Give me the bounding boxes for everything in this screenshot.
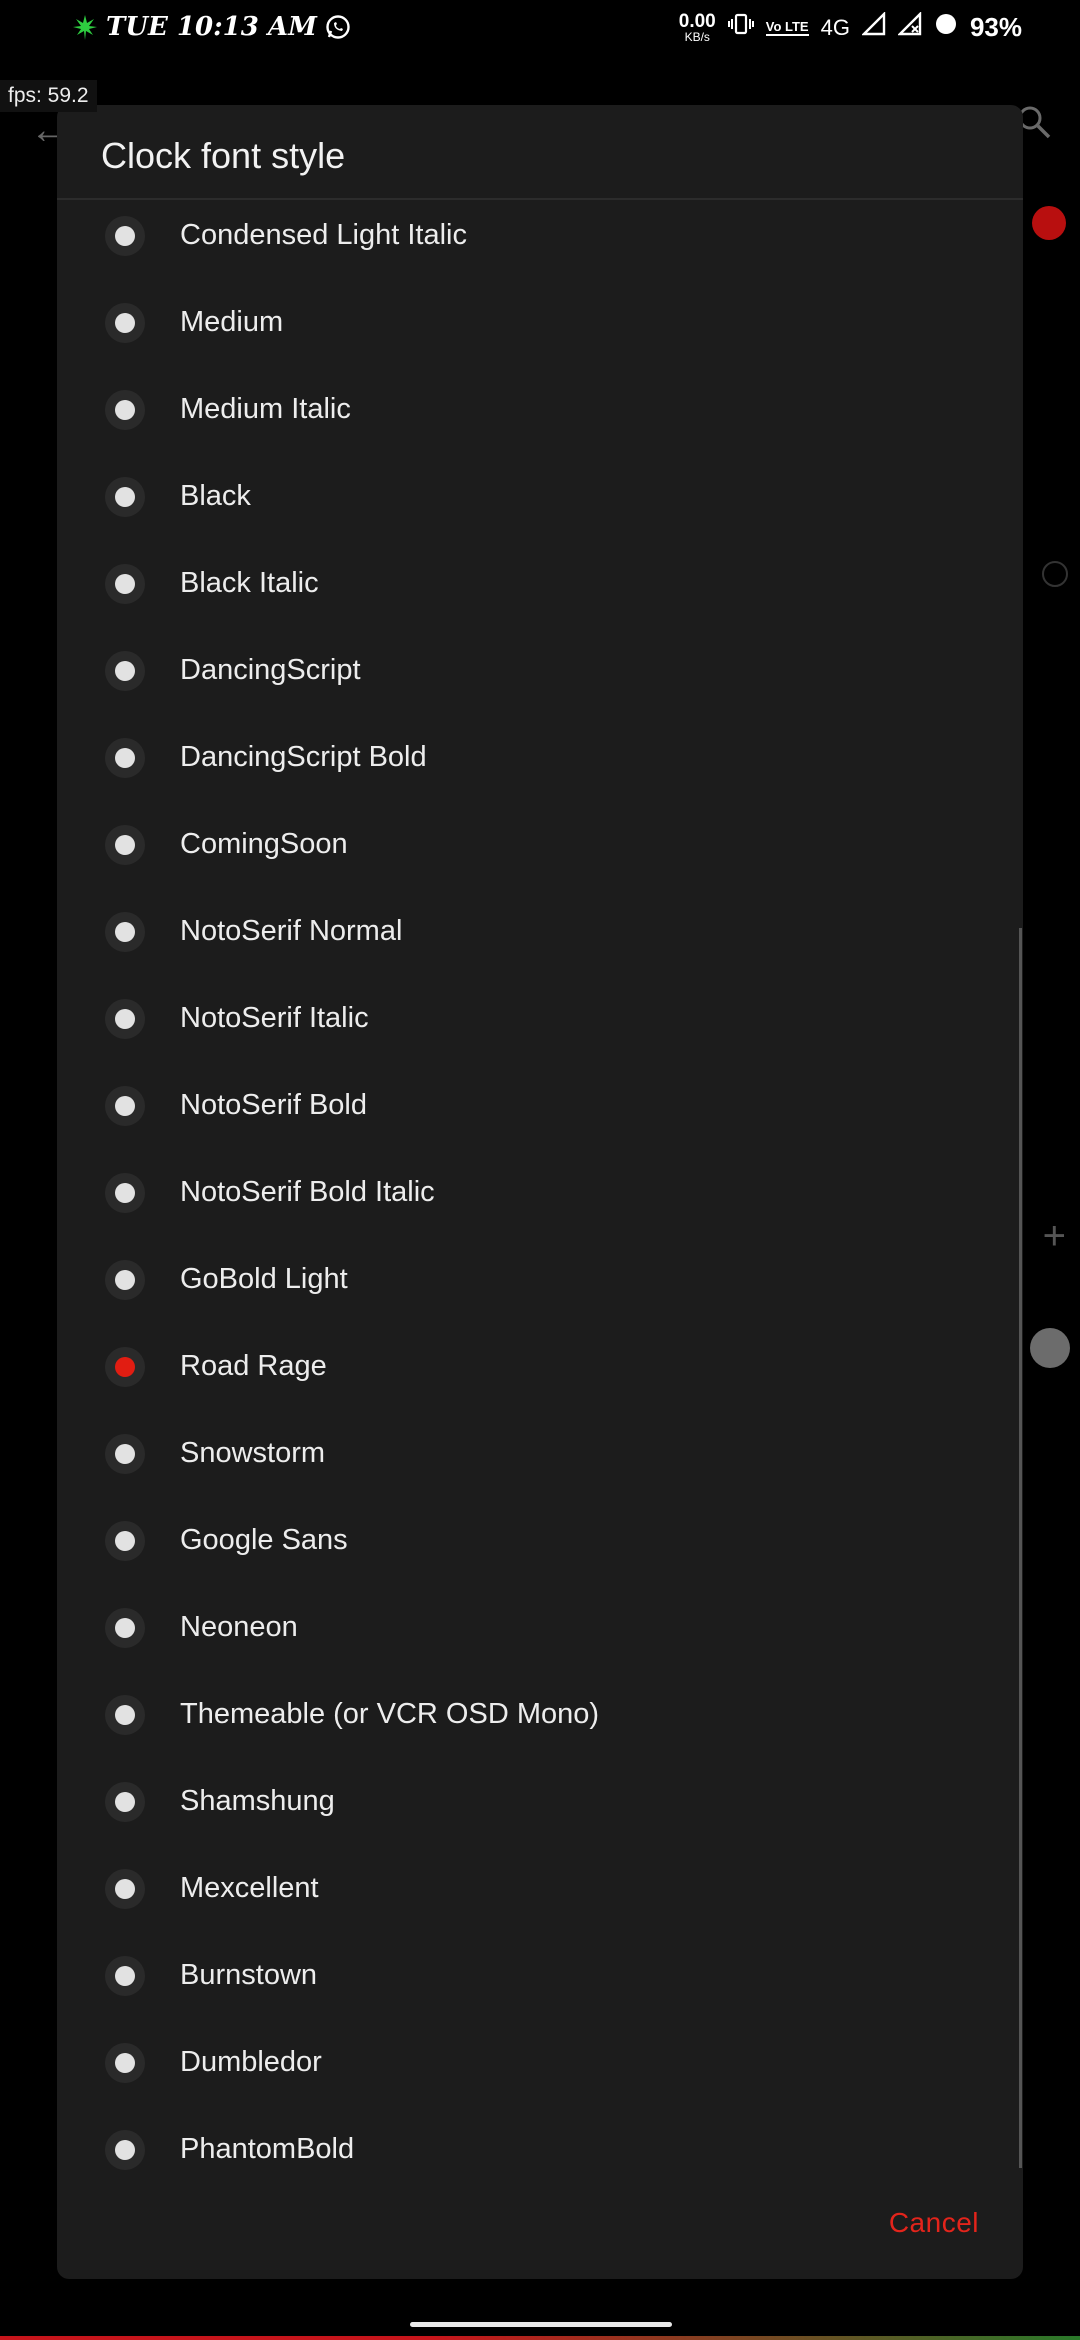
font-option-label: ComingSoon (180, 828, 348, 860)
battery-percent: 93% (969, 12, 1022, 42)
vibrate-icon (727, 12, 754, 43)
radio-button[interactable] (105, 737, 145, 778)
whatsapp-icon (325, 14, 351, 40)
font-option-item[interactable]: NotoSerif Italic (57, 975, 1023, 1062)
font-option-item[interactable]: NotoSerif Bold (57, 1062, 1023, 1149)
font-option-item[interactable]: NotoSerif Bold Italic (57, 1149, 1023, 1236)
battery-icon (934, 12, 958, 43)
background-accent-dot (1032, 206, 1066, 240)
radio-button[interactable] (105, 650, 145, 691)
font-option-item[interactable]: Neoneon (57, 1584, 1023, 1671)
net-speed-value: 0.00 (678, 11, 716, 32)
radio-button[interactable] (105, 302, 145, 343)
cancel-button[interactable]: Cancel (889, 2207, 979, 2239)
font-option-item[interactable]: Black (57, 453, 1023, 540)
font-option-label: NotoSerif Normal (180, 915, 403, 947)
font-option-label: GoBold Light (180, 1263, 348, 1295)
font-option-list[interactable]: Condensed Light Italic Medium Medium Itali… (57, 201, 1023, 2201)
signal-icon (861, 11, 886, 43)
radio-button[interactable] (105, 911, 145, 952)
font-option-label: Condensed Light Italic (180, 219, 467, 251)
font-option-label: Dumbledor (180, 2046, 322, 2078)
font-style-dialog: Clock font style Condensed Light Italic M… (57, 105, 1023, 2279)
font-option-item[interactable]: Black Italic (57, 540, 1023, 627)
font-option-item[interactable]: Condensed Light Italic (57, 201, 1023, 279)
radio-button[interactable] (105, 1694, 145, 1735)
radio-button[interactable] (105, 998, 145, 1039)
gesture-nav-handle[interactable] (410, 2322, 672, 2327)
font-option-label: NotoSerif Italic (180, 1002, 369, 1034)
font-option-item[interactable]: Burnstown (57, 1932, 1023, 2019)
net-speed-unit: KB/s (684, 30, 710, 44)
status-bar-left: TUE 10:13 AM (72, 12, 351, 42)
plus-icon: + (1042, 1214, 1066, 1258)
network-type: 4G (820, 14, 850, 40)
font-option-label: DancingScript Bold (180, 741, 427, 773)
volte-icon: Vo LTE (765, 18, 809, 36)
font-option-label: NotoSerif Bold Italic (180, 1176, 435, 1208)
fps-counter: fps: 59.2 (0, 80, 97, 112)
background-toggle-ring (1042, 561, 1068, 587)
font-option-item[interactable]: Mexcellent (57, 1845, 1023, 1932)
font-option-label: Neoneon (180, 1611, 298, 1643)
signal-no-service-icon (897, 11, 922, 43)
radio-button[interactable] (105, 389, 145, 430)
status-bar: TUE 10:13 AM 0.00 KB/s Vo LTE 4G 93% (0, 0, 1080, 60)
title-divider (57, 198, 1023, 200)
screen: TUE 10:13 AM 0.00 KB/s Vo LTE 4G 93% ← +… (0, 0, 1080, 2340)
font-option-label: Google Sans (180, 1524, 348, 1556)
radio-button[interactable] (105, 1085, 145, 1126)
radio-button[interactable] (105, 2129, 145, 2170)
font-option-label: Snowstorm (180, 1437, 326, 1469)
font-option-label: Burnstown (180, 1959, 318, 1991)
radio-button[interactable] (105, 824, 145, 865)
font-option-item[interactable]: Medium Italic (57, 366, 1023, 453)
radio-button[interactable] (105, 2042, 145, 2083)
radio-button[interactable] (105, 1955, 145, 1996)
status-bar-right: 0.00 KB/s Vo LTE 4G 93% (679, 11, 1022, 43)
radio-button-selected[interactable] (105, 1346, 145, 1387)
font-option-label: DancingScript (180, 654, 361, 686)
scrollbar[interactable] (1019, 928, 1022, 2168)
leaf-icon (72, 13, 98, 41)
font-option-item[interactable]: Themeable (or VCR OSD Mono) (57, 1671, 1023, 1758)
font-option-item[interactable]: NotoSerif Normal (57, 888, 1023, 975)
font-option-item[interactable]: Snowstorm (57, 1410, 1023, 1497)
radio-button[interactable] (105, 563, 145, 604)
font-option-item[interactable]: Road Rage (57, 1323, 1023, 1410)
font-option-label: Shamshung (180, 1785, 335, 1817)
radio-button[interactable] (105, 215, 145, 256)
dialog-title: Clock font style (101, 135, 346, 176)
radio-button[interactable] (105, 1259, 145, 1300)
font-option-item[interactable]: Google Sans (57, 1497, 1023, 1584)
font-option-label: Road Rage (180, 1350, 327, 1382)
font-option-item[interactable]: Dumbledor (57, 2019, 1023, 2106)
font-option-item[interactable]: DancingScript (57, 627, 1023, 714)
font-option-item[interactable]: Shamshung (57, 1758, 1023, 1845)
radio-button[interactable] (105, 1520, 145, 1561)
net-speed: 0.00 KB/s (679, 12, 716, 43)
radio-button[interactable] (105, 1172, 145, 1213)
radio-button[interactable] (105, 1781, 145, 1822)
nav-bar-strip (0, 2336, 1080, 2340)
font-option-label: Mexcellent (180, 1872, 319, 1904)
font-option-item[interactable]: DancingScript Bold (57, 714, 1023, 801)
radio-button[interactable] (105, 476, 145, 517)
radio-button[interactable] (105, 1607, 145, 1648)
font-option-item[interactable]: Medium (57, 279, 1023, 366)
background-slider-knob (1030, 1328, 1070, 1368)
font-option-label: Medium (180, 306, 284, 338)
radio-button[interactable] (105, 1868, 145, 1909)
font-option-label: Themeable (or VCR OSD Mono) (180, 1698, 600, 1730)
font-option-label: Black Italic (180, 567, 319, 599)
font-option-item[interactable]: ComingSoon (57, 801, 1023, 888)
font-option-label: Medium Italic (180, 393, 351, 425)
status-clock: TUE 10:13 AM (106, 12, 317, 42)
font-option-item[interactable]: PhantomBold (57, 2106, 1023, 2193)
font-option-label: NotoSerif Bold (180, 1089, 367, 1121)
font-option-label: PhantomBold (180, 2133, 355, 2165)
font-option-item[interactable]: GoBold Light (57, 1236, 1023, 1323)
font-option-label: Black (180, 480, 251, 512)
radio-button[interactable] (105, 1433, 145, 1474)
